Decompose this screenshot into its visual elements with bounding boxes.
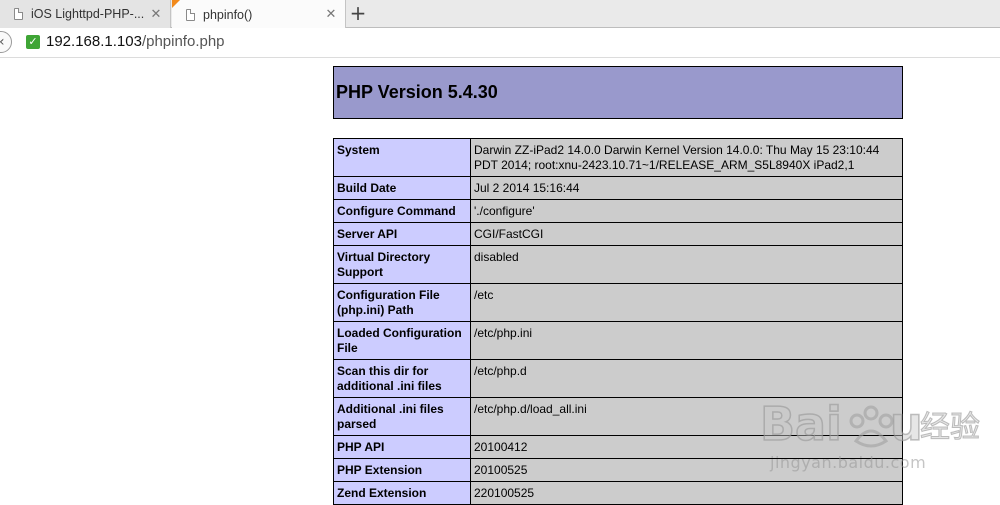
row-key: Additional .ini files parsed [333,397,471,436]
tab-strip: iOS Lighttpd-PHP-... ✕ phpinfo() ✕ + [0,0,1000,29]
row-key: PHP Extension [333,458,471,482]
row-key: Build Date [333,176,471,200]
row-value: Darwin ZZ-iPad2 14.0.0 Darwin Kernel Ver… [470,138,903,177]
url-path: /phpinfo.php [141,33,225,50]
row-value: './configure' [470,199,903,223]
table-row: Loaded Configuration File/etc/php.ini [333,321,903,360]
watermark-url: jingyan.baidu.com [770,453,927,472]
page-icon [186,8,195,21]
table-row: Server API CGI/FastCGI [333,222,903,246]
row-value: 220100525 [470,481,903,505]
row-key: Configuration File (php.ini) Path [333,283,471,322]
baidu-logo-icon: Bai u 经验 [760,396,981,452]
baidu-watermark: Bai u 经验 jingyan.baidu.com [760,385,990,475]
page-title: PHP Version 5.4.30 [336,82,498,102]
table-row: Configure Command './configure' [333,199,903,223]
svg-text:经验: 经验 [920,410,980,445]
tab-title: iOS Lighttpd-PHP-... [31,7,145,21]
row-value: disabled [470,245,903,284]
table-row: Virtual Directory Support disabled [333,245,903,284]
tab-title: phpinfo() [203,7,253,22]
row-value: /etc [470,283,903,322]
row-key: Scan this dir for additional .ini files [333,359,471,398]
back-button[interactable]: ‹ [0,31,12,53]
close-icon[interactable]: ✕ [323,7,339,22]
row-key: Zend Extension [333,481,471,505]
close-icon[interactable]: ✕ [148,7,164,22]
svg-text:u: u [890,397,923,451]
secure-check-icon[interactable]: ✓ [26,35,40,49]
row-key: Loaded Configuration File [333,321,471,360]
php-version-header: PHP Version 5.4.30 [333,66,903,119]
row-value: CGI/FastCGI [470,222,903,246]
address-bar: ‹ ✓ 192.168.1.103/phpinfo.php [0,28,1000,58]
table-row: Configuration File (php.ini) Path/etc [333,283,903,322]
url-host: 192.168.1.103 [46,33,142,50]
row-value: Jul 2 2014 15:16:44 [470,176,903,200]
row-value: /etc/php.ini [470,321,903,360]
active-tab-indicator [172,0,180,8]
svg-text:Bai: Bai [760,397,842,451]
row-key: Configure Command [333,199,471,223]
table-row: System Darwin ZZ-iPad2 14.0.0 Darwin Kern… [333,138,903,177]
table-row: Zend Extension 220100525 [333,481,903,505]
tab-phpinfo[interactable]: phpinfo() ✕ [172,0,346,29]
page-icon [14,8,23,20]
chevron-left-icon: ‹ [0,32,5,52]
row-key: PHP API [333,435,471,459]
table-row: Build Date Jul 2 2014 15:16:44 [333,176,903,200]
tab-ios-lighttpd[interactable]: iOS Lighttpd-PHP-... ✕ [0,0,171,28]
url-field[interactable]: 192.168.1.103/phpinfo.php [46,33,225,50]
row-key: System [333,138,471,177]
row-key: Virtual Directory Support [333,245,471,284]
new-tab-button[interactable]: + [348,3,368,23]
row-key: Server API [333,222,471,246]
